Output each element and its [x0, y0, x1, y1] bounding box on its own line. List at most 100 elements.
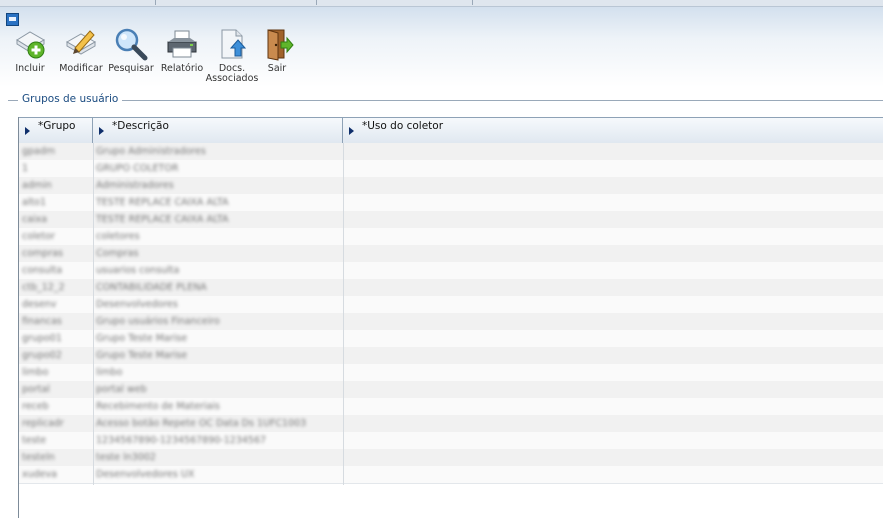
title-strip-segment [156, 0, 317, 5]
docs-label-line2: Associados [205, 73, 259, 84]
cell-uso-do-coletor [343, 279, 883, 296]
cell-descricao: Compras [96, 248, 139, 259]
cell-grupo: testeln [22, 452, 55, 463]
column-divider [93, 143, 94, 485]
column-divider [343, 143, 344, 485]
table-row[interactable]: teste 1234567890-1234567890-1234567 [19, 432, 883, 450]
table-row[interactable]: financas Grupo usuários Financeiro [19, 313, 883, 331]
cell-descricao: Desenvolvedores [96, 299, 178, 310]
cell-uso-do-coletor [343, 228, 883, 245]
table-row[interactable]: coletor coletores [19, 228, 883, 246]
sort-arrow-icon [99, 127, 104, 135]
cell-descricao: teste ln3002 [96, 452, 156, 463]
cell-uso-do-coletor [343, 296, 883, 313]
table-row[interactable]: limbo limbo [19, 364, 883, 382]
cell-grupo: gpadm [22, 146, 56, 157]
cell-uso-do-coletor [343, 381, 883, 398]
cell-uso-do-coletor [343, 313, 883, 330]
relatorio-button[interactable]: Relatório [154, 26, 210, 74]
add-document-icon [16, 31, 46, 59]
table-row[interactable]: receb Recebimento de Materiais [19, 398, 883, 416]
table-row[interactable]: portal portal web [19, 381, 883, 399]
table-row[interactable]: testeln teste ln3002 [19, 449, 883, 467]
cell-grupo: 1 [22, 163, 29, 174]
table-row[interactable]: 1 GRUPO COLETOR [19, 160, 883, 178]
sair-label: Sair [267, 63, 287, 74]
column-header-label: *Grupo [38, 120, 76, 132]
table-row[interactable]: replicadr Acesso botão Repete OC Data Ds … [19, 415, 883, 433]
cell-uso-do-coletor [343, 398, 883, 415]
cell-grupo: ctb_12_2 [22, 282, 65, 293]
section-divider [8, 100, 883, 101]
cell-descricao: Grupo usuários Financeiro [96, 316, 220, 327]
cell-grupo: grupo02 [22, 350, 62, 361]
table-row[interactable]: alto1 TESTE REPLACE CAIXA ALTA [19, 194, 883, 212]
cell-uso-do-coletor [343, 177, 883, 194]
cell-grupo: coletor [22, 231, 55, 242]
exit-door-icon [267, 29, 294, 61]
cell-grupo: caixa [22, 214, 48, 225]
incluir-button[interactable]: Incluir [2, 26, 58, 74]
cell-uso-do-coletor [343, 330, 883, 347]
cell-uso-do-coletor [343, 449, 883, 466]
cell-uso-do-coletor [343, 160, 883, 177]
table-row[interactable]: grupo01 Grupo Teste Marise [19, 330, 883, 348]
cell-descricao: limbo [96, 367, 123, 378]
cell-grupo: xudeva [22, 469, 57, 480]
modificar-button[interactable]: Modificar [53, 26, 109, 74]
printer-icon [167, 30, 197, 58]
pesquisar-label: Pesquisar [108, 63, 154, 74]
table-row[interactable]: grupo02 Grupo Teste Marise [19, 347, 883, 365]
table-row[interactable]: desenv Desenvolvedores [19, 296, 883, 314]
cell-uso-do-coletor [343, 245, 883, 262]
cell-grupo: financas [22, 316, 62, 327]
window-menu-icon[interactable] [6, 13, 19, 26]
cell-uso-do-coletor [343, 347, 883, 364]
cell-descricao: usuarios consulta [96, 265, 180, 276]
table-row[interactable]: caixa TESTE REPLACE CAIXA ALTA [19, 211, 883, 229]
title-strip [0, 0, 883, 7]
sort-arrow-icon [25, 127, 30, 135]
edit-pencil-icon [65, 30, 97, 55]
cell-uso-do-coletor [343, 466, 883, 483]
pesquisar-button[interactable]: Pesquisar [103, 26, 159, 74]
cell-uso-do-coletor [343, 143, 883, 160]
upload-document-icon [221, 29, 247, 59]
title-strip-segment [0, 0, 156, 5]
table-row[interactable]: admin Administradores [19, 177, 883, 195]
table-row[interactable]: gpadm Grupo Administradores [19, 143, 883, 161]
cell-grupo: consulta [22, 265, 63, 276]
section-title: Grupos de usuário [18, 93, 123, 105]
table-row[interactable]: ctb_12_2 CONTABILIDADE PLENA [19, 279, 883, 297]
table-row[interactable]: consulta usuarios consulta [19, 262, 883, 280]
groups-grid: *Grupo *Descrição *Uso do coletor gpadm G… [18, 117, 883, 518]
modificar-label: Modificar [59, 63, 103, 74]
cell-descricao: 1234567890-1234567890-1234567 [96, 435, 267, 446]
column-header-descricao[interactable]: *Descrição [93, 118, 343, 144]
cell-grupo: replicadr [22, 418, 64, 429]
incluir-label: Incluir [15, 63, 45, 74]
column-header-grupo[interactable]: *Grupo [19, 118, 93, 144]
cell-uso-do-coletor [343, 262, 883, 279]
cell-descricao: Desenvolvedores UX [96, 469, 195, 480]
cell-descricao: Grupo Teste Marise [96, 333, 188, 344]
magnifier-icon [115, 28, 148, 61]
cell-descricao: coletores [96, 231, 140, 242]
cell-grupo: desenv [22, 299, 57, 310]
cell-descricao: Administradores [96, 180, 174, 191]
cell-descricao: TESTE REPLACE CAIXA ALTA [96, 214, 229, 225]
cell-descricao: TESTE REPLACE CAIXA ALTA [96, 197, 229, 208]
cell-descricao: Recebimento de Materiais [96, 401, 220, 412]
table-row[interactable]: xudeva Desenvolvedores UX [19, 466, 883, 484]
cell-grupo: compras [22, 248, 63, 259]
sair-button[interactable]: Sair [249, 26, 305, 74]
table-row[interactable]: compras Compras [19, 245, 883, 263]
column-header-label: *Uso do coletor [362, 120, 444, 132]
cell-grupo: portal [22, 384, 50, 395]
cell-descricao: Grupo Teste Marise [96, 350, 188, 361]
cell-uso-do-coletor [343, 194, 883, 211]
cell-grupo: limbo [22, 367, 49, 378]
cell-grupo: alto1 [22, 197, 47, 208]
cell-uso-do-coletor [343, 415, 883, 432]
column-header-uso-do-coletor[interactable]: *Uso do coletor [343, 118, 883, 144]
